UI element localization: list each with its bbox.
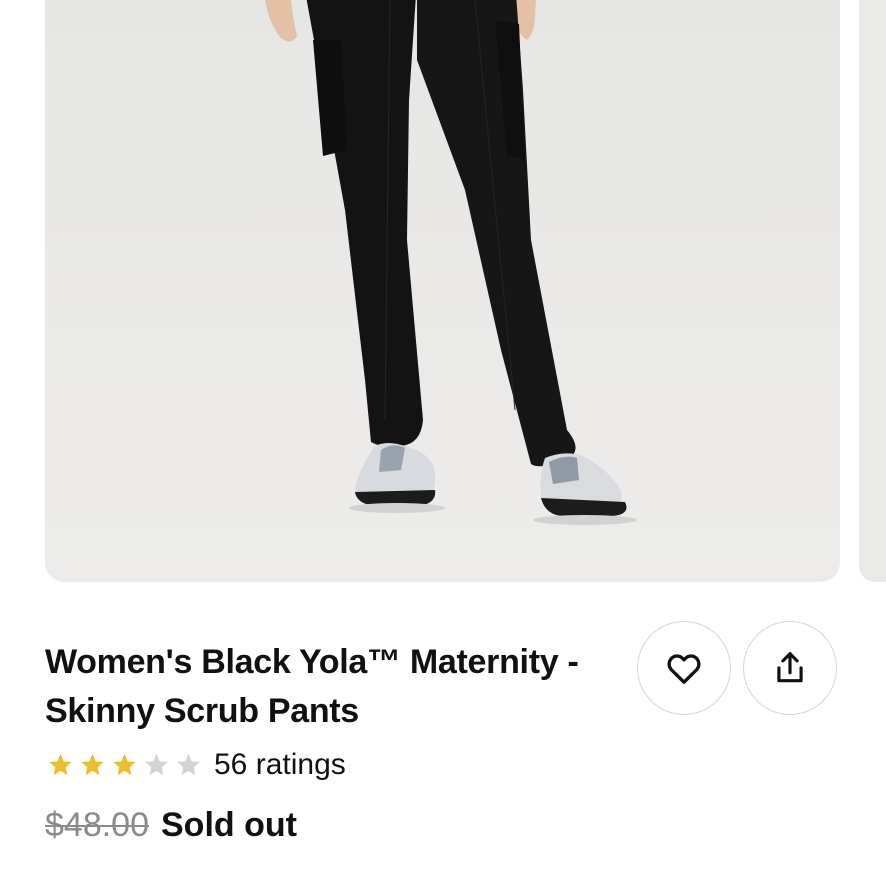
product-photo	[45, 0, 840, 582]
ratings-count-link[interactable]: 56 ratings	[214, 748, 346, 782]
heart-icon	[667, 654, 701, 684]
original-price: $48.00	[45, 806, 149, 844]
next-image-peek[interactable]	[859, 0, 886, 582]
star-rating	[47, 752, 202, 779]
product-image-carousel-slide[interactable]	[45, 0, 840, 582]
star-filled-icon	[49, 753, 72, 775]
star-empty-icon	[177, 753, 200, 775]
product-page: Women's Black Yola™ Maternity - Skinny S…	[0, 0, 886, 886]
star-empty-icon	[145, 753, 168, 775]
share-button[interactable]	[743, 621, 837, 715]
star-filled-icon	[113, 753, 136, 775]
rating-summary[interactable]: 56 ratings	[47, 746, 346, 784]
product-title: Women's Black Yola™ Maternity - Skinny S…	[45, 643, 579, 730]
share-icon	[777, 652, 803, 683]
price-row: $48.00 Sold out	[45, 806, 297, 845]
availability-status: Sold out	[161, 806, 297, 844]
favorite-button[interactable]	[637, 621, 731, 715]
star-filled-icon	[81, 753, 104, 775]
